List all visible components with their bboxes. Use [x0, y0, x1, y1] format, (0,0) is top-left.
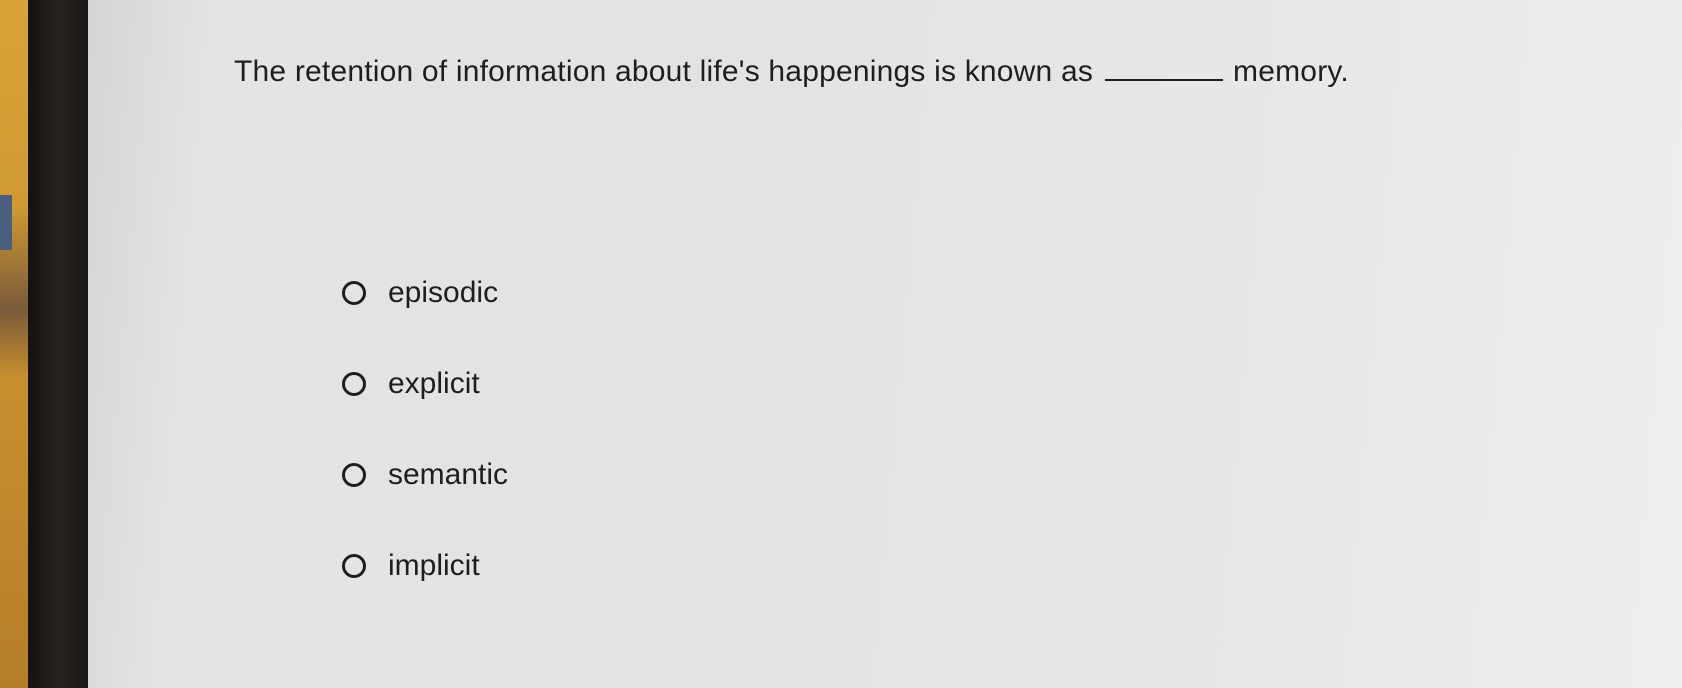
- option-label-episodic: episodic: [388, 276, 499, 309]
- radio-button-semantic[interactable]: [342, 463, 366, 487]
- answer-blank: [1105, 57, 1224, 81]
- option-semantic[interactable]: semantic: [342, 455, 508, 495]
- monitor-edge-sticker: [0, 195, 12, 250]
- question-prompt: The retention of information about life'…: [234, 55, 1349, 89]
- option-implicit[interactable]: implicit: [342, 546, 508, 586]
- quiz-screen: [88, 0, 1682, 688]
- option-label-semantic: semantic: [388, 458, 509, 491]
- question-text-before: The retention of information about life'…: [234, 55, 1094, 88]
- option-label-explicit: explicit: [388, 367, 480, 400]
- radio-button-implicit[interactable]: [342, 554, 366, 578]
- option-episodic[interactable]: episodic: [342, 273, 508, 313]
- monitor-bezel: [28, 0, 88, 688]
- option-explicit[interactable]: explicit: [342, 364, 508, 404]
- question-text-after: memory.: [1233, 55, 1349, 88]
- monitor-edge: [0, 0, 30, 688]
- radio-button-explicit[interactable]: [342, 372, 366, 396]
- answer-options: episodic explicit semantic implicit: [342, 273, 508, 637]
- option-label-implicit: implicit: [388, 549, 480, 582]
- radio-button-episodic[interactable]: [342, 281, 366, 305]
